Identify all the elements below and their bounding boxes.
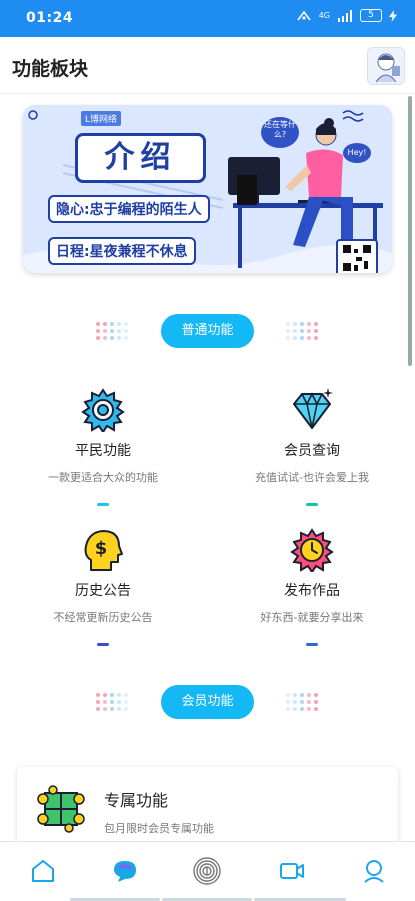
function-title: 历史公告 [75,583,131,599]
function-desc: 充值试试-也许会爱上我 [255,471,369,484]
bottom-navigation [0,841,415,901]
function-title: 发布作品 [284,583,340,599]
chat-icon[interactable] [112,858,138,884]
signal-icon [338,9,352,22]
speech-bubble-2: Hey! [343,143,371,163]
anime-avatar-icon [375,53,400,83]
card-title: 专属功能 [104,791,169,810]
function-indicator [97,503,109,506]
function-desc: 好东西-就要分享出来 [260,611,364,624]
banner-line-2: 日程:星夜兼程不休息 [48,237,196,265]
function-member-query[interactable]: 会员查询 充值试试-也许会爱上我 [212,388,412,506]
banner-title: 介绍 [75,133,206,183]
gear-clock-icon [290,528,334,574]
page-title: 功能板块 [12,58,89,80]
member-functions-button[interactable]: 会员功能 [161,685,254,719]
status-icons: 4G 5 [296,9,397,22]
video-icon[interactable] [279,858,305,884]
normal-functions-button[interactable]: 普通功能 [161,314,254,348]
function-indicator [97,643,109,646]
card-desc: 包月限时会员专属功能 [104,822,214,835]
scrollbar[interactable] [408,96,412,366]
app-bar: 功能板块 [0,37,415,94]
banner-line-1: 隐心:忠于编程的陌生人 [48,195,210,223]
function-indicator [306,503,318,506]
gear-icon [81,388,125,434]
charging-icon [389,9,397,22]
speech-bubble-1: 还在等什么? [261,117,299,148]
intro-banner[interactable]: L博网络 介绍 隐心:忠于编程的陌生人 日程:星夜兼程不休息 还在等什么? He… [23,105,392,273]
decor-dots-left-1 [96,322,130,340]
function-title: 会员查询 [284,443,340,459]
avatar[interactable] [367,47,405,85]
function-title: 平民功能 [75,443,131,459]
svg-text:$: $ [95,538,108,559]
qr-code-icon [336,239,378,273]
home-icon[interactable] [30,858,56,884]
battery-indicator: 5 [360,9,382,22]
decor-dots-right-1 [286,322,320,340]
function-publish-works[interactable]: 发布作品 好东西-就要分享出来 [212,528,412,646]
status-time: 01:24 [26,10,74,26]
fingerprint-icon[interactable] [192,856,222,886]
nfc-icon [297,10,311,20]
puzzle-hands-icon [37,785,85,833]
function-civilian[interactable]: 平民功能 一款更适合大众的功能 [3,388,203,506]
banner-logo: L博网络 [81,111,122,126]
network-type: 4G [318,11,330,20]
function-desc: 不经常更新历史公告 [53,611,153,624]
diamond-icon [290,388,334,432]
status-bar: 01:24 4G 5 [0,0,415,37]
function-desc: 一款更适合大众的功能 [48,471,158,484]
profile-icon[interactable] [361,858,387,884]
function-history-notice[interactable]: $ 历史公告 不经常更新历史公告 [3,528,203,646]
head-dollar-icon: $ [81,528,125,572]
function-indicator [306,643,318,646]
decor-dots-right-2 [286,693,320,711]
decor-dots-left-2 [96,693,130,711]
